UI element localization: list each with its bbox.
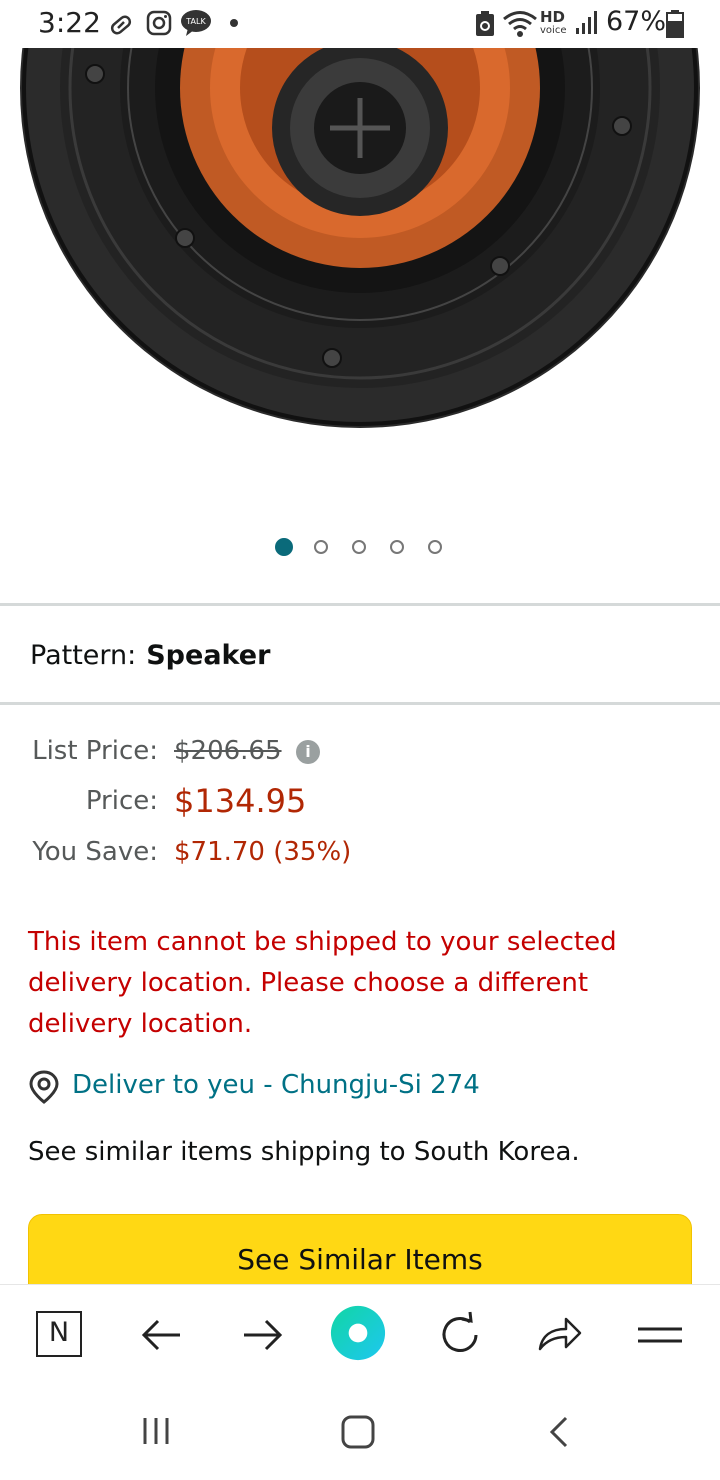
recent-apps-icon[interactable]: [140, 1414, 174, 1448]
voice-text: voice: [540, 25, 567, 36]
back-arrow-icon[interactable]: [134, 1307, 190, 1363]
location-pin-icon: [29, 1070, 59, 1104]
system-back-icon[interactable]: [546, 1414, 572, 1450]
pattern-row[interactable]: Pattern: Speaker: [30, 640, 270, 671]
pattern-value: Speaker: [146, 640, 271, 671]
list-price-value: $206.65: [174, 736, 282, 766]
naver-icon[interactable]: N: [36, 1311, 82, 1357]
refresh-icon[interactable]: [432, 1307, 488, 1363]
carousel-dots: [0, 538, 720, 560]
status-bar: 3:22 TALK HD voice 67%: [0, 0, 720, 48]
talk-text: TALK: [185, 17, 206, 26]
dot-icon: [230, 19, 238, 27]
product-image[interactable]: [0, 48, 720, 488]
battery-percent: 67%: [606, 6, 667, 37]
share-icon[interactable]: [532, 1307, 588, 1363]
carousel-dot-1[interactable]: [275, 538, 293, 556]
shipping-warning: This item cannot be shipped to your sele…: [28, 927, 617, 1039]
home-circle-icon[interactable]: [330, 1305, 386, 1361]
carousel-dot-4[interactable]: [390, 540, 404, 554]
browser-toolbar: N: [0, 1284, 720, 1385]
carousel-dot-5[interactable]: [428, 540, 442, 554]
forward-arrow-icon[interactable]: [234, 1307, 290, 1363]
signal-icon: [576, 11, 597, 34]
hd-text: HD: [540, 8, 566, 26]
recycle-icon: [476, 11, 494, 36]
deliver-to-link[interactable]: Deliver to yeu - Chungju-Si 274: [72, 1070, 480, 1100]
pattern-label: Pattern:: [30, 640, 137, 671]
divider: [0, 702, 720, 705]
battery-icon: [666, 10, 684, 38]
price-value: $134.95: [174, 782, 307, 820]
status-time: 3:22: [38, 6, 101, 39]
system-nav-bar: [0, 1384, 720, 1480]
you-save-value: $71.70 (35%): [174, 837, 352, 867]
divider: [0, 603, 720, 606]
wifi-icon: [503, 11, 537, 37]
hd-voice-badge: HD voice: [540, 10, 574, 38]
pill-icon: [110, 15, 132, 35]
price-label: Price:: [85, 786, 158, 816]
kakaotalk-icon: TALK: [181, 10, 211, 36]
info-icon[interactable]: i: [296, 740, 320, 764]
list-price-label: List Price:: [32, 736, 158, 766]
carousel-dot-3[interactable]: [352, 540, 366, 554]
menu-icon[interactable]: [634, 1307, 690, 1363]
carousel-dot-2[interactable]: [314, 540, 328, 554]
similar-items-text: See similar items shipping to South Kore…: [28, 1137, 580, 1167]
you-save-label: You Save:: [32, 837, 158, 867]
speaker-image: [20, 48, 700, 428]
instagram-icon: [146, 10, 172, 36]
home-button-icon[interactable]: [340, 1414, 376, 1450]
